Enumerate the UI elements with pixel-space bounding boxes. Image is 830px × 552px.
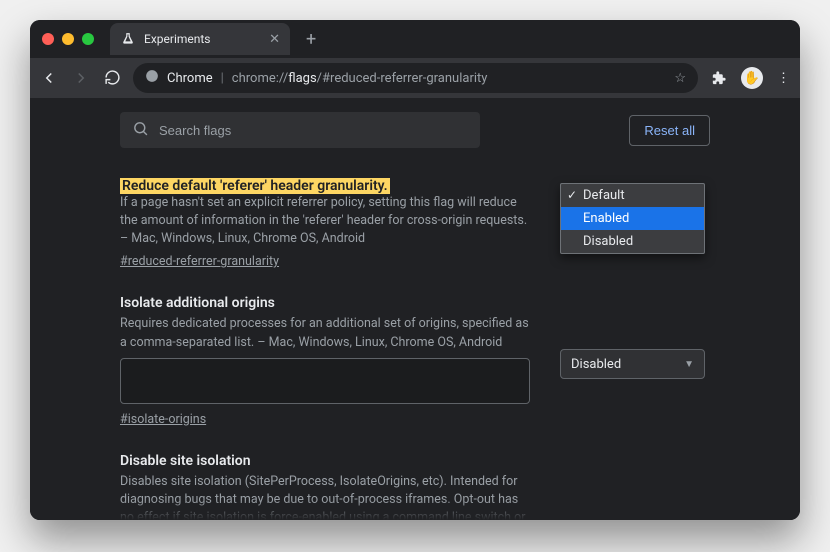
flag-hash-link[interactable]: #isolate-origins (120, 412, 206, 427)
flag-description: Requires dedicated processes for an addi… (120, 315, 530, 351)
search-flags-box[interactable] (120, 112, 480, 148)
forward-button[interactable] (72, 69, 90, 87)
close-tab-icon[interactable]: ✕ (269, 32, 280, 47)
address-bar[interactable]: Chrome | chrome://flags/#reduced-referre… (133, 63, 698, 93)
search-icon (132, 120, 149, 141)
back-button[interactable] (40, 69, 58, 87)
reset-all-button[interactable]: Reset all (629, 115, 710, 146)
isolate-origins-textarea[interactable] (120, 358, 530, 404)
menu-icon[interactable]: ⋮ (777, 67, 790, 89)
dropdown-option-disabled[interactable]: Disabled (561, 230, 704, 253)
toolbar: Chrome | chrome://flags/#reduced-referre… (30, 58, 800, 98)
dropdown-option-enabled[interactable]: Enabled (561, 207, 704, 230)
extension-badge-icon[interactable]: ✋ (741, 67, 763, 89)
flag-hash-link[interactable]: #reduced-referrer-granularity (120, 254, 279, 269)
flag-title: Isolate additional origins (120, 295, 530, 311)
flag-description: If a page hasn't set an explicit referre… (120, 194, 530, 248)
flags-list: Reduce default 'referer' header granular… (30, 162, 800, 520)
flag-item: Isolate additional origins Requires dedi… (120, 295, 710, 426)
flag-title: Reduce default 'referer' header granular… (120, 178, 390, 194)
extensions-icon[interactable] (710, 67, 727, 89)
flag-select[interactable]: Disabled ▼ (560, 349, 705, 379)
close-window-button[interactable] (42, 33, 54, 45)
new-tab-button[interactable]: + (298, 29, 324, 50)
flag-item: Disable site isolation Disables site iso… (120, 453, 710, 520)
url-separator: | (221, 71, 224, 86)
page-content: Reset all Reduce default 'referer' heade… (30, 98, 800, 520)
titlebar: Experiments ✕ + (30, 20, 800, 58)
url-chrome-label: Chrome (167, 71, 213, 86)
url-path: chrome://flags/#reduced-referrer-granula… (232, 71, 488, 86)
traffic-lights (42, 33, 94, 45)
flag-description: Disables site isolation (SitePerProcess,… (120, 473, 530, 520)
flag-select-open[interactable]: Default Enabled Disabled (560, 183, 705, 254)
maximize-window-button[interactable] (82, 33, 94, 45)
reload-button[interactable] (104, 69, 121, 87)
chevron-down-icon: ▼ (684, 359, 694, 370)
bookmark-star-icon[interactable]: ☆ (674, 71, 686, 86)
site-info-icon[interactable] (145, 69, 159, 87)
tab-title: Experiments (144, 32, 261, 46)
search-input[interactable] (159, 123, 468, 138)
flag-select-value: Disabled (571, 357, 621, 372)
minimize-window-button[interactable] (62, 33, 74, 45)
flag-item: Reduce default 'referer' header granular… (120, 178, 710, 269)
dropdown-option-default[interactable]: Default (561, 184, 704, 207)
flask-icon (120, 31, 136, 47)
browser-window: Experiments ✕ + Chrome | chrome://flags/… (30, 20, 800, 520)
browser-tab[interactable]: Experiments ✕ (110, 23, 290, 55)
flag-title: Disable site isolation (120, 453, 530, 469)
